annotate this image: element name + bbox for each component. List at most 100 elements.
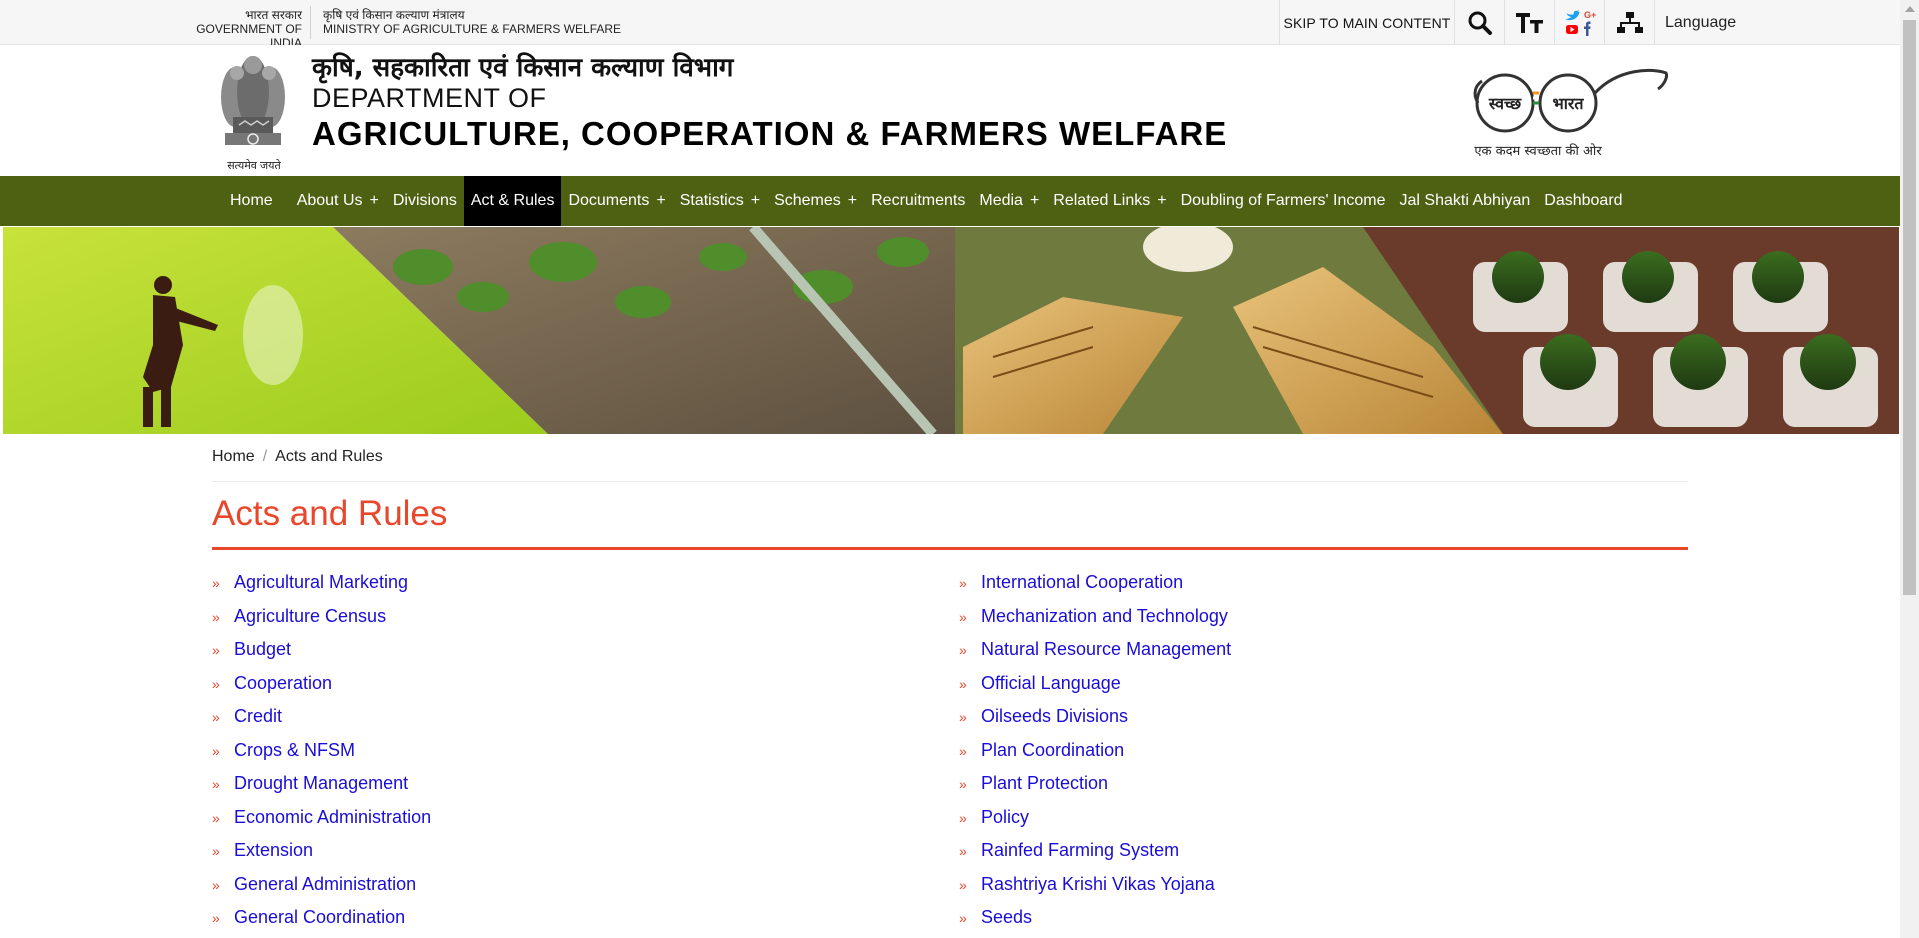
act-category-link[interactable]: Policy bbox=[981, 807, 1029, 828]
act-category-link[interactable]: Budget bbox=[234, 639, 291, 660]
expand-plus-icon: + bbox=[847, 192, 858, 209]
double-chevron-icon: » bbox=[212, 642, 220, 658]
act-category-link[interactable]: Official Language bbox=[981, 673, 1121, 694]
list-item: » General Administration bbox=[212, 874, 952, 908]
double-chevron-icon: » bbox=[959, 910, 967, 926]
list-item: » Rainfed Farming System bbox=[959, 840, 1699, 874]
nav-item[interactable]: Recruitments bbox=[864, 176, 972, 226]
act-category-link[interactable]: Natural Resource Management bbox=[981, 639, 1231, 660]
list-item: » Seeds bbox=[959, 907, 1699, 938]
double-chevron-icon: » bbox=[212, 675, 220, 692]
expand-plus-icon: + bbox=[750, 192, 761, 209]
act-category-link[interactable]: Economic Administration bbox=[234, 807, 431, 828]
expand-plus-icon: + bbox=[369, 192, 379, 209]
search-icon[interactable] bbox=[1454, 0, 1504, 45]
nav-item[interactable]: Home bbox=[213, 176, 290, 226]
double-chevron-icon: » bbox=[212, 843, 220, 859]
swachh-bharat-logo[interactable]: स्वच्छ भारत एक कदम स्वच्छता की ओर bbox=[1468, 63, 1670, 163]
act-category-link[interactable]: Crops & NFSM bbox=[234, 740, 355, 761]
act-category-link[interactable]: General Coordination bbox=[234, 907, 405, 928]
social-media-icon[interactable]: G+ bbox=[1554, 0, 1604, 45]
double-chevron-icon: » bbox=[212, 608, 220, 625]
nav-item-label: Act & Rules bbox=[470, 192, 555, 209]
act-category-link[interactable]: Credit bbox=[234, 706, 282, 727]
title-underline bbox=[212, 547, 1688, 550]
double-chevron-icon: » bbox=[959, 675, 967, 692]
act-category-link[interactable]: Rainfed Farming System bbox=[981, 840, 1179, 861]
utility-links: SKIP TO MAIN CONTENT G+ Language bbox=[1279, 0, 1744, 45]
swachh-tagline: एक कदम स्वच्छता की ओर bbox=[1474, 143, 1602, 159]
act-category-link[interactable]: Mechanization and Technology bbox=[981, 606, 1228, 627]
text-size-icon[interactable] bbox=[1504, 0, 1554, 45]
nav-item-label: Statistics bbox=[679, 192, 744, 209]
list-item: » Budget bbox=[212, 639, 952, 673]
list-item: » Natural Resource Management bbox=[959, 639, 1699, 673]
list-item: » Extension bbox=[212, 840, 952, 874]
nav-item[interactable]: Documents + bbox=[561, 176, 672, 226]
double-chevron-icon: » bbox=[212, 776, 220, 792]
language-selector[interactable]: Language bbox=[1654, 0, 1744, 45]
bharat-word: भारत bbox=[1552, 94, 1584, 113]
gov-hindi-text: भारत सरकार bbox=[245, 8, 302, 22]
nav-item[interactable]: Statistics + bbox=[673, 176, 767, 226]
nav-menu: Home About Us + Divisions Act & Rules Documen… bbox=[213, 176, 1630, 226]
national-emblem-logo[interactable] bbox=[215, 47, 291, 171]
emblem-motto: सत्यमेव जयते bbox=[227, 160, 281, 172]
nav-item-label: Jal Shakti Abhiyan bbox=[1399, 192, 1531, 209]
act-category-link[interactable]: Drought Management bbox=[234, 773, 408, 794]
breadcrumb-current: Acts and Rules bbox=[275, 448, 383, 465]
breadcrumb-home-link[interactable]: Home bbox=[212, 448, 255, 465]
nav-item-label: Doubling of Farmers' Income bbox=[1180, 192, 1386, 209]
site-header: सत्यमेव जयते कृषि, सहकारिता एवं किसान कल… bbox=[0, 45, 1900, 176]
government-of-india-label: भारत सरकार GOVERNMENT OF INDIA bbox=[162, 8, 302, 50]
act-category-link[interactable]: Plant Protection bbox=[981, 773, 1108, 794]
nav-item[interactable]: Jal Shakti Abhiyan bbox=[1393, 176, 1538, 226]
nav-item-label: Dashboard bbox=[1544, 192, 1623, 209]
swachh-word: स्वच्छ bbox=[1488, 94, 1522, 113]
act-category-link[interactable]: Agricultural Marketing bbox=[234, 572, 408, 593]
vertical-scrollbar[interactable] bbox=[1900, 0, 1919, 938]
double-chevron-icon: » bbox=[959, 843, 967, 859]
department-name-hindi: कृषि, सहकारिता एवं किसान कल्याण विभाग bbox=[312, 53, 734, 83]
scroll-up-arrow-icon[interactable] bbox=[1905, 6, 1915, 12]
double-chevron-icon: » bbox=[959, 776, 967, 792]
act-category-link[interactable]: Cooperation bbox=[234, 673, 332, 694]
nav-item[interactable]: Schemes + bbox=[767, 176, 864, 226]
top-utility-bar: भारत सरकार GOVERNMENT OF INDIA कृषि एवं … bbox=[0, 0, 1900, 50]
double-chevron-icon: » bbox=[959, 575, 967, 591]
double-chevron-icon: » bbox=[212, 910, 220, 926]
nav-item[interactable]: Related Links + bbox=[1046, 176, 1173, 226]
nav-item[interactable]: About Us + bbox=[290, 176, 386, 226]
department-name-line2: AGRICULTURE, COOPERATION & FARMERS WELFA… bbox=[312, 115, 1228, 152]
double-chevron-icon: » bbox=[212, 809, 220, 826]
nav-item-label: Related Links bbox=[1053, 192, 1151, 209]
list-item: » Credit bbox=[212, 706, 952, 740]
nav-item-label: Recruitments bbox=[871, 192, 966, 209]
nav-item[interactable]: Doubling of Farmers' Income bbox=[1174, 176, 1393, 226]
nav-item[interactable]: Act & Rules bbox=[463, 176, 562, 226]
act-category-link[interactable]: Oilseeds Divisions bbox=[981, 706, 1128, 727]
ministry-hindi-text: कृषि एवं किसान कल्याण मंत्रालय bbox=[323, 8, 465, 22]
nav-item[interactable]: Media + bbox=[972, 176, 1046, 226]
ministry-english-text: MINISTRY OF AGRICULTURE & FARMERS WELFAR… bbox=[323, 22, 622, 36]
nav-item[interactable]: Divisions bbox=[386, 176, 464, 226]
act-category-link[interactable]: General Administration bbox=[234, 874, 416, 895]
double-chevron-icon: » bbox=[959, 642, 967, 658]
double-chevron-icon: » bbox=[212, 742, 220, 759]
act-category-link[interactable]: Plan Coordination bbox=[981, 740, 1124, 761]
act-category-link[interactable]: Seeds bbox=[981, 907, 1032, 928]
sitemap-icon[interactable] bbox=[1604, 0, 1654, 45]
act-category-link[interactable]: Agriculture Census bbox=[234, 606, 386, 627]
nav-item[interactable]: Dashboard bbox=[1537, 176, 1629, 226]
act-category-link[interactable]: International Cooperation bbox=[981, 572, 1183, 593]
links-column-right: » International Cooperation » Mechanization… bbox=[959, 572, 1699, 938]
nav-item-label: Home bbox=[230, 192, 273, 209]
skip-to-main-content-link[interactable]: SKIP TO MAIN CONTENT bbox=[1279, 0, 1454, 45]
links-column-left: » Agricultural Marketing » Agriculture Cens… bbox=[212, 572, 952, 938]
act-category-link[interactable]: Rashtriya Krishi Vikas Yojana bbox=[981, 874, 1215, 895]
list-item: » Crops & NFSM bbox=[212, 740, 952, 774]
expand-plus-icon: + bbox=[1157, 192, 1167, 209]
scrollbar-thumb[interactable] bbox=[1903, 20, 1916, 595]
main-navigation: Home About Us + Divisions Act & Rules Documen… bbox=[0, 176, 1900, 226]
act-category-link[interactable]: Extension bbox=[234, 840, 313, 861]
